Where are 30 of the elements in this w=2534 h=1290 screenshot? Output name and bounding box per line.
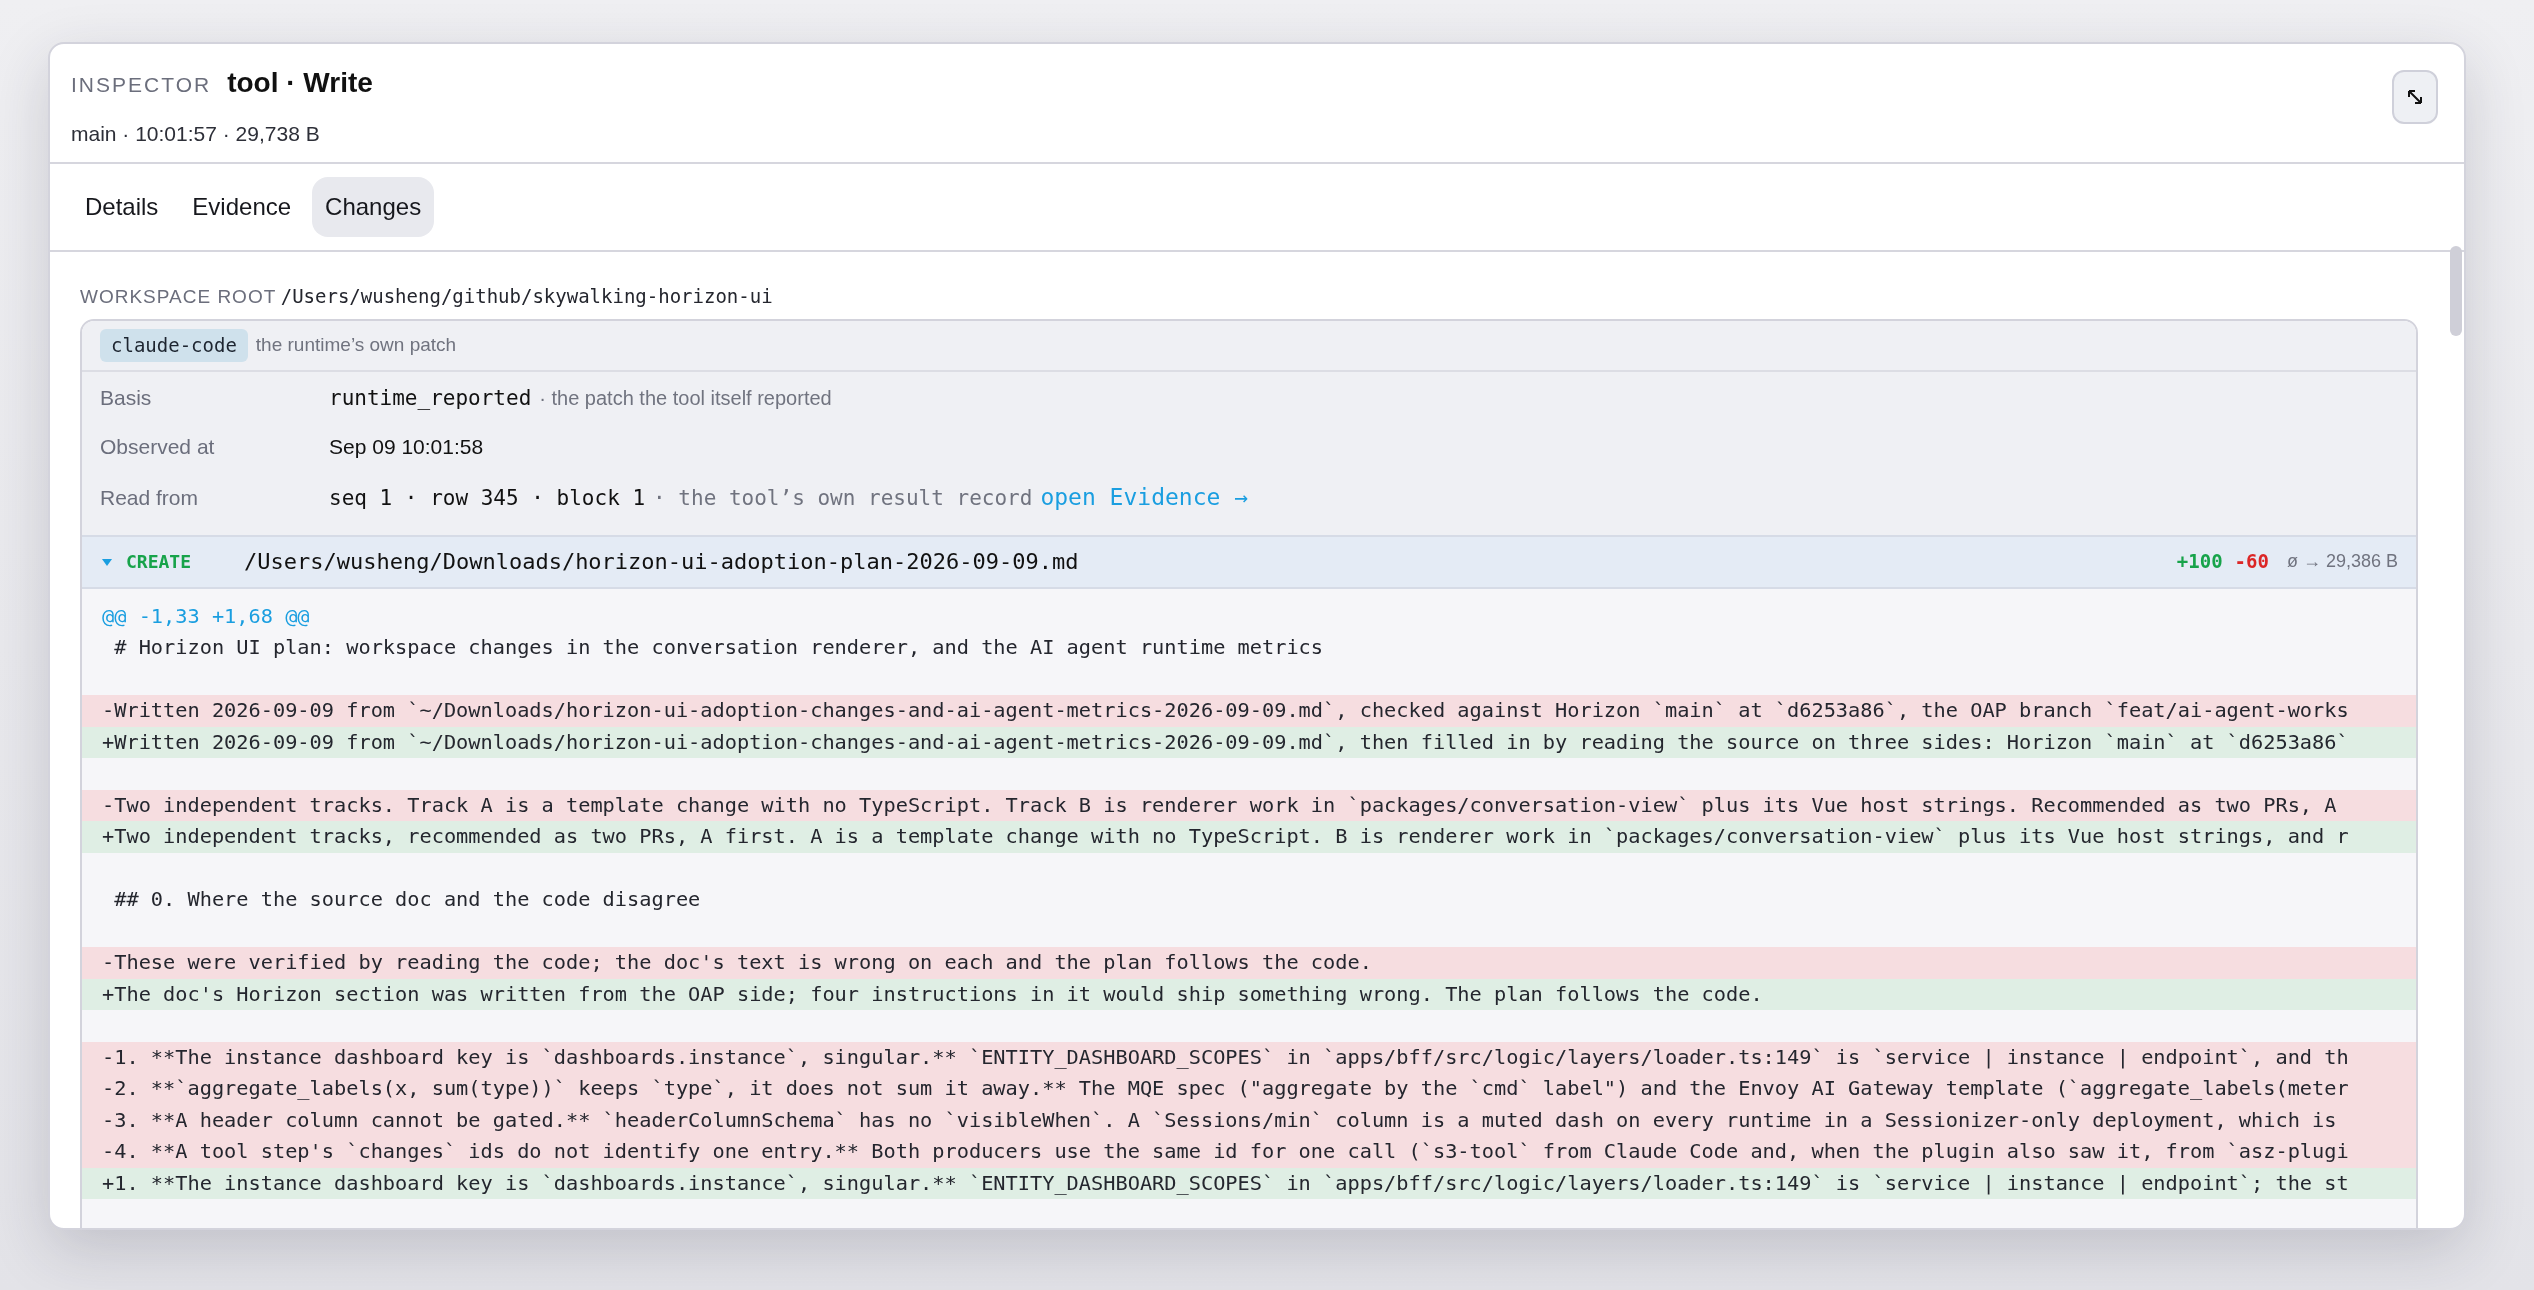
- expand-button[interactable]: [2392, 70, 2438, 124]
- tab[interactable]: Changes: [312, 176, 435, 237]
- field-note: · the patch the tool itself reported: [539, 385, 832, 411]
- source-tag: claude-code: [100, 329, 248, 362]
- inspector-label: INSPECTOR: [71, 72, 212, 98]
- context-line: ## 0. Where the source doc and the code disagree: [113, 886, 702, 913]
- field-value: Sep 09 10:01:58: [329, 433, 484, 460]
- field-value: seq 1 · row 345 · block 1: [329, 484, 646, 512]
- source-note: the runtime’s own patch: [255, 333, 457, 357]
- field-label: Read from: [100, 484, 200, 511]
- scrollbar-thumb[interactable]: [2450, 246, 2462, 336]
- field-label: Basis: [100, 384, 153, 411]
- field-value: runtime_reported: [329, 384, 532, 412]
- file-size: ø → 29,386 B: [2286, 550, 2398, 573]
- workspace-root-path: /Users/wusheng/github/skywalking-horizon-ui: [280, 284, 773, 307]
- workspace-root-label: WORKSPACE ROOT: [80, 285, 277, 307]
- hunk-header: @@ -1,33 +1,68 @@: [101, 602, 311, 630]
- file-action: CREATE: [126, 550, 193, 574]
- file-header[interactable]: CREATE /Users/wusheng/Downloads/horizon-ui-adoption-plan-2026-09-09.md +100 -60 ø → 29,386 B: [82, 534, 2416, 589]
- removed-count: -60: [2234, 549, 2269, 575]
- tab[interactable]: Details: [72, 176, 172, 237]
- file-path: /Users/wusheng/Downloads/horizon-ui-adoption-plan-2026-09-09.md: [244, 548, 1079, 576]
- field-note: · the tool’s own result record: [653, 484, 1033, 512]
- context-line: # Horizon UI plan: workspace changes in the conversation renderer, and the AI agent runtime metrics: [113, 634, 1325, 661]
- inspector-title: tool · Write: [227, 66, 373, 100]
- added-count: +100: [2176, 549, 2223, 575]
- field-label: Observed at: [100, 433, 216, 460]
- expand-icon: [2406, 88, 2424, 106]
- inspector-subtitle: main · 10:01:57 · 29,738 B: [71, 121, 321, 147]
- tab[interactable]: Evidence: [179, 176, 305, 237]
